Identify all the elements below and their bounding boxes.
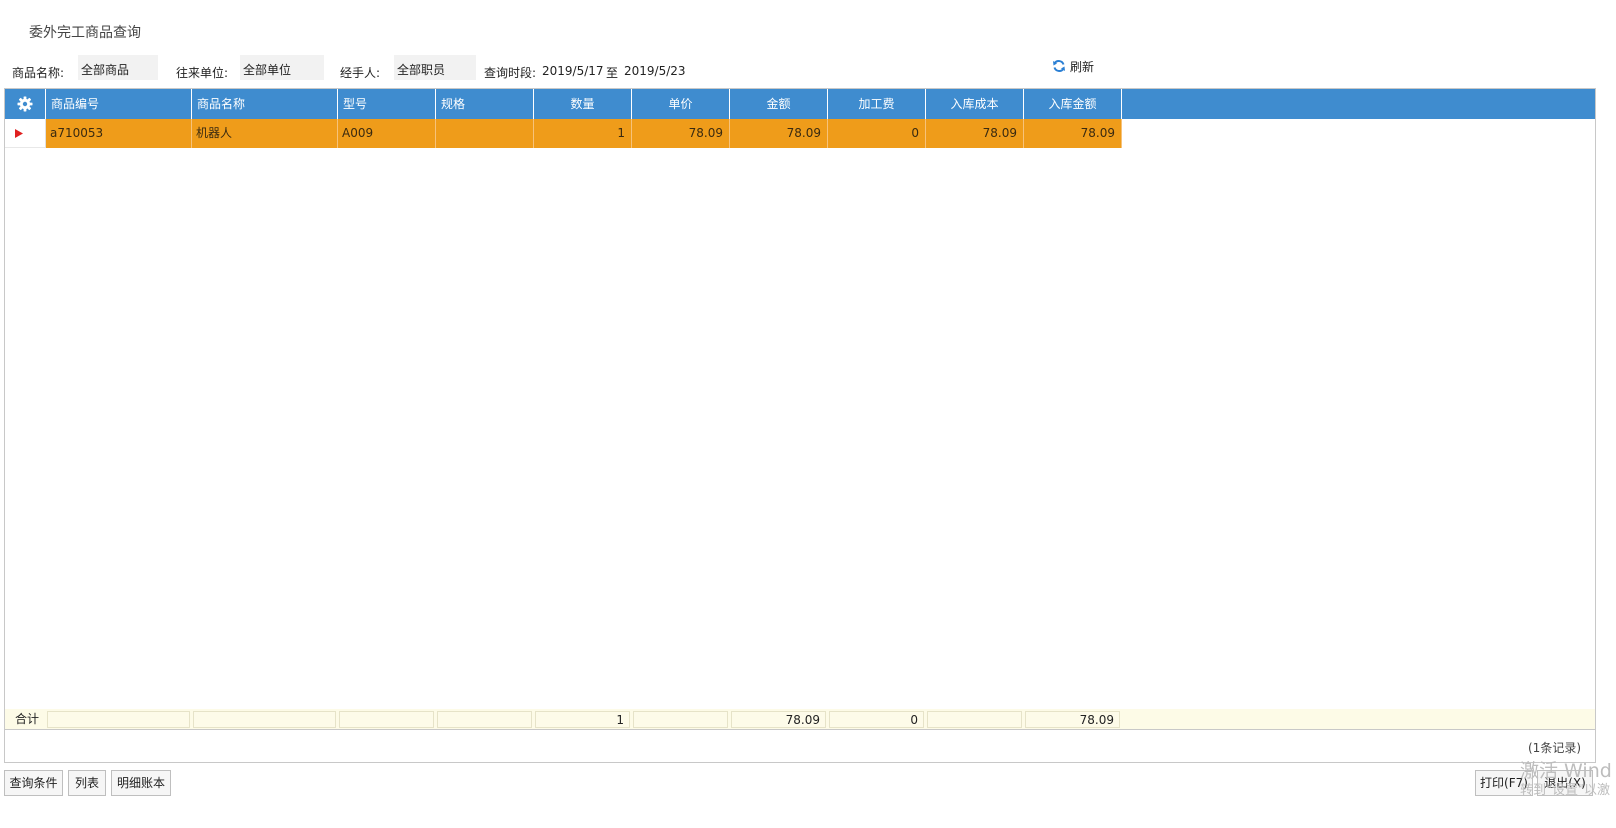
summary-cell [633,711,728,728]
partner-field[interactable]: 全部单位 [240,55,324,80]
summary-cell [47,711,190,728]
column-header[interactable]: 规格 [436,89,534,119]
column-header[interactable]: 商品名称 [192,89,338,119]
summary-cell: 1 [535,711,630,728]
table-cell[interactable]: A009 [338,119,436,148]
summary-label: 合计 [15,712,40,726]
print-button[interactable]: 打印(F7) [1475,770,1533,796]
period-to-label: 至 [606,66,619,80]
data-grid: 商品编号 商品名称 型号 规格 数量 单价 金额 加工费 入库成本 入库金额 a… [4,88,1596,763]
refresh-button[interactable]: 刷新 [1052,57,1094,75]
summary-cell [927,711,1022,728]
summary-cell: 78.09 [731,711,826,728]
column-header[interactable]: 型号 [338,89,436,119]
table-cell[interactable]: a710053 [46,119,192,148]
table-cell[interactable]: 1 [534,119,632,148]
handler-label: 经手人: [340,66,381,80]
page-title: 委外完工商品查询 [29,25,141,41]
period-start-date[interactable]: 2019/5/17 [542,64,604,78]
table-cell[interactable]: 78.09 [1024,119,1122,148]
grid-header: 商品编号 商品名称 型号 规格 数量 单价 金额 加工费 入库成本 入库金额 [5,89,1595,119]
summary-cell [437,711,532,728]
handler-field[interactable]: 全部职员 [394,55,476,80]
column-header[interactable]: 商品编号 [46,89,192,119]
column-header[interactable]: 加工费 [828,89,926,119]
column-header[interactable]: 入库成本 [926,89,1024,119]
period-label: 查询时段: [484,66,537,80]
summary-cell: 78.09 [1025,711,1120,728]
summary-row: 合计 1 78.09 0 78.09 [5,709,1595,729]
exit-button[interactable]: 退出(X) [1537,770,1593,796]
current-row-indicator-icon [5,119,46,148]
table-cell[interactable]: 0 [828,119,926,148]
period-end-date[interactable]: 2019/5/23 [624,64,686,78]
record-count: (1条记录) [1528,741,1581,755]
summary-cell: 0 [829,711,924,728]
detail-ledger-button[interactable]: 明细账本 [111,770,171,796]
table-cell[interactable]: 78.09 [632,119,730,148]
product-name-field[interactable]: 全部商品 [78,55,158,80]
list-button[interactable]: 列表 [68,770,106,796]
partner-label: 往来单位: [176,66,229,80]
grid-footer: (1条记录) [5,729,1595,762]
query-conditions-button[interactable]: 查询条件 [4,770,63,796]
summary-cell [339,711,434,728]
product-name-label: 商品名称: [12,66,65,80]
summary-cell [193,711,336,728]
table-row[interactable]: a710053 机器人 A009 1 78.09 78.09 0 78.09 7… [5,119,1595,148]
column-header[interactable]: 金额 [730,89,828,119]
table-cell[interactable]: 78.09 [926,119,1024,148]
gear-icon[interactable] [5,89,46,119]
column-header[interactable]: 入库金额 [1024,89,1122,119]
column-header[interactable]: 单价 [632,89,730,119]
refresh-label: 刷新 [1070,59,1095,74]
column-header[interactable]: 数量 [534,89,632,119]
table-cell[interactable]: 78.09 [730,119,828,148]
refresh-icon [1052,59,1066,73]
table-cell[interactable]: 机器人 [192,119,338,148]
table-cell[interactable] [436,119,534,148]
filter-bar: 商品名称: 全部商品 往来单位: 全部单位 经手人: 全部职员 查询时段: 20… [0,55,1616,81]
